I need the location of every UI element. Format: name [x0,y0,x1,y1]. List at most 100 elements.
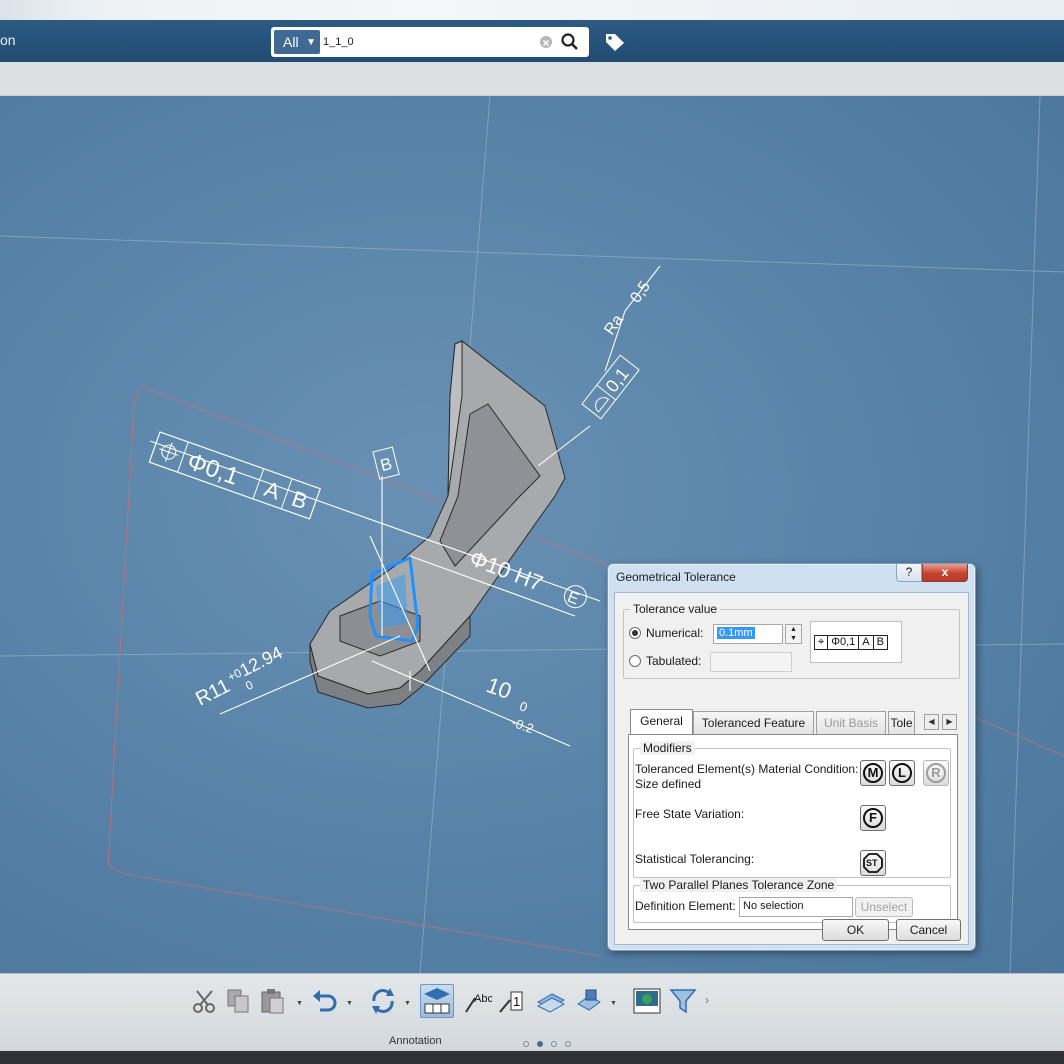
tab-scroll-left-icon[interactable]: ◀ [924,714,939,730]
numerical-spinner[interactable]: ▲ ▼ [785,624,802,644]
annotation-set-icon[interactable] [420,984,454,1018]
svg-text:Abc: Abc [474,993,492,1005]
tag-icon[interactable] [604,32,626,52]
text-icon[interactable]: Abc [462,984,492,1018]
free-state-button[interactable]: F [860,805,886,831]
update-dropdown-icon[interactable]: ▼ [404,1000,411,1007]
spin-down-icon[interactable]: ▼ [786,634,801,643]
spin-up-icon[interactable]: ▲ [786,625,801,634]
fcf-preview-frame: ⌖ Φ0,1 A B [814,635,888,650]
undo-icon[interactable] [310,984,340,1018]
top-strip [0,0,1064,20]
numerical-value-text: 0.1mm [717,627,755,639]
length-tol-lower: -0.2 [510,715,536,737]
tolerance-zone-group: Two Parallel Planes Tolerance Zone Defin… [633,878,951,923]
tolerance-value-legend: Tolerance value [630,602,721,616]
free-state-symbol: F [863,808,883,828]
view-dropdown-icon[interactable]: ▼ [610,1000,617,1007]
page-dot-2[interactable] [537,1041,543,1047]
mmc-modifier-button[interactable]: M [860,760,886,786]
paste-icon[interactable] [258,984,288,1018]
numerical-radio[interactable] [629,627,641,639]
statistical-label: Statistical Tolerancing: [635,852,755,866]
chevron-down-icon: ▼ [306,37,316,48]
paste-dropdown-icon[interactable]: ▼ [296,1000,303,1007]
part-body [309,340,566,709]
definition-element-input[interactable]: No selection [739,897,853,917]
app-title: on [0,32,16,48]
search-scope-label: All [283,34,299,50]
view-3d-icon[interactable] [574,984,604,1018]
fcf-preview-datum-b: B [872,636,887,649]
tabulated-radio[interactable] [629,655,641,667]
tab-scroll-right-icon[interactable]: ▶ [942,714,957,730]
bottom-edge [0,1051,1064,1064]
lmc-symbol: L [892,763,912,783]
tab-tolerance-more[interactable]: Tole [888,711,915,734]
datum-b-text: B [378,454,394,475]
page-dot-3[interactable] [551,1041,557,1047]
dialog-title: Geometrical Tolerance [616,570,736,584]
tab-toleranced-feature[interactable]: Toleranced Feature [693,711,814,734]
filter-icon[interactable] [668,984,698,1018]
rfs-modifier-button[interactable]: R [923,760,949,786]
toolbar-section-label: Annotation [389,1035,442,1047]
statistical-button[interactable]: ST [860,850,886,876]
toolbar-more-icon[interactable]: › [705,993,709,1007]
radius-dimension: R11 [192,675,233,711]
fcf-preview-symbol: ⌖ [818,636,825,648]
page-dot-1[interactable] [523,1041,529,1047]
cut-icon[interactable] [190,984,220,1018]
mmc-symbol: M [863,763,883,783]
fcf-preview: ⌖ Φ0,1 A B [810,621,902,663]
fcf-preview-tolerance: Φ0,1 [827,636,858,649]
envelope-modifier: E [565,589,581,609]
svg-text:1: 1 [513,994,520,1009]
modifiers-group: Modifiers Toleranced Element(s) Material… [633,741,951,878]
tabulated-value-input[interactable] [710,652,792,672]
geometrical-tolerance-dialog: Geometrical Tolerance ? x Tolerance valu… [607,563,976,951]
datum-b-label: B [372,446,400,480]
fcf-preview-datum-a: A [858,636,872,649]
undo-dropdown-icon[interactable]: ▼ [346,1000,353,1007]
copy-icon[interactable] [224,984,254,1018]
help-button[interactable]: ? [896,564,922,582]
free-state-label: Free State Variation: [635,807,745,821]
numerical-label: Numerical: [646,626,704,640]
tolerance-zone-legend: Two Parallel Planes Tolerance Zone [640,878,838,892]
flatness-frame: 0,1 [581,354,640,420]
view-plane-icon[interactable] [536,984,566,1018]
lmc-modifier-button[interactable]: L [889,760,915,786]
clear-search-icon[interactable] [540,36,552,48]
action-bar [0,62,1064,96]
ok-button[interactable]: OK [822,919,889,941]
search-input[interactable] [323,31,533,53]
statistical-symbol: ST [866,858,878,868]
size-defined-label: Size defined [635,777,702,791]
definition-element-label: Definition Element: [635,899,736,913]
radius-tol-lower: 0 [243,677,256,693]
tolerance-value-group: Tolerance value Numerical: 0.1mm ▲ ▼ Tab… [623,602,960,679]
general-tab-panel: Modifiers Toleranced Element(s) Material… [628,734,958,930]
search-icon[interactable] [560,32,580,52]
tab-unit-basis[interactable]: Unit Basis [816,711,886,734]
update-icon[interactable] [368,984,398,1018]
dialog-body: Tolerance value Numerical: 0.1mm ▲ ▼ Tab… [614,592,969,945]
tabulated-label: Tabulated: [646,654,702,668]
close-button[interactable]: x [922,564,968,582]
rfs-symbol: R [926,763,946,783]
modifiers-legend: Modifiers [640,741,695,755]
cancel-button[interactable]: Cancel [896,919,961,941]
fcf-datum-b: B [289,486,311,514]
page-dot-4[interactable] [565,1041,571,1047]
material-condition-label: Toleranced Element(s) Material Condition… [635,762,859,776]
tab-general[interactable]: General [630,709,693,735]
balloon-icon[interactable]: 1 [496,984,526,1018]
length-dimension: 10 [483,672,515,704]
capture-icon[interactable] [632,984,662,1018]
search-box[interactable]: All ▼ [271,27,589,57]
search-scope-dropdown[interactable]: All ▼ [274,30,320,54]
length-tol-upper: 0 [518,698,530,715]
numerical-value-input[interactable]: 0.1mm [713,624,783,644]
unselect-button[interactable]: Unselect [855,897,913,917]
